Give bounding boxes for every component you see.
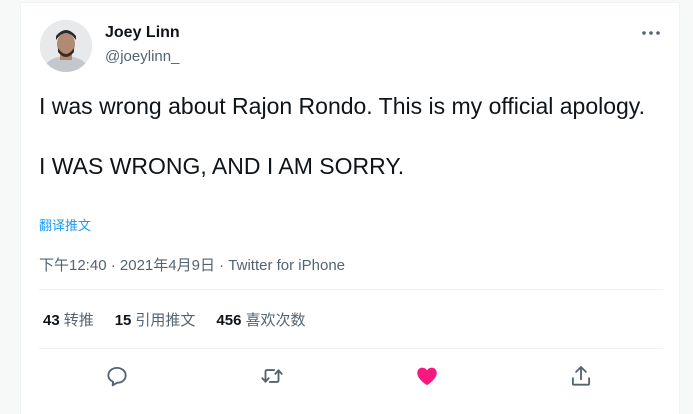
tweet-metadata: 下午12:40 · 2021年4月9日 · Twitter for iPhone bbox=[39, 254, 345, 275]
tweet-date[interactable]: 2021年4月9日 bbox=[120, 257, 215, 274]
like-count[interactable]: 456 喜欢次数 bbox=[216, 309, 305, 330]
reply-icon bbox=[107, 366, 127, 387]
tweet-paragraph: I was wrong about Rajon Rondo. This is m… bbox=[39, 93, 645, 119]
page: Joey Linn @joeylinn_ I was wrong about R… bbox=[0, 0, 693, 414]
divider bbox=[39, 348, 663, 349]
display-name[interactable]: Joey Linn bbox=[105, 24, 180, 42]
like-count-label: 喜欢次数 bbox=[245, 312, 306, 329]
tweet-source[interactable]: Twitter for iPhone bbox=[228, 257, 345, 274]
user-handle[interactable]: @joeylinn_ bbox=[105, 48, 179, 65]
quote-count-label: 引用推文 bbox=[135, 312, 196, 329]
tweet-paragraph: I WAS WRONG, AND I AM SORRY. bbox=[39, 153, 405, 179]
translate-tweet-link[interactable]: 翻译推文 bbox=[39, 215, 91, 234]
divider bbox=[39, 289, 663, 290]
reply-button[interactable] bbox=[104, 363, 130, 389]
tweet-text: I was wrong about Rajon Rondo. This is m… bbox=[39, 91, 659, 181]
like-count-number: 456 bbox=[216, 312, 242, 329]
quote-count[interactable]: 15 引用推文 bbox=[115, 309, 196, 330]
tweet-card: Joey Linn @joeylinn_ I was wrong about R… bbox=[20, 2, 680, 414]
more-options-icon[interactable] bbox=[639, 21, 663, 45]
share-button[interactable] bbox=[568, 363, 594, 389]
share-icon bbox=[571, 366, 591, 386]
engagement-stats: 43 转推 15 引用推文 456 喜欢次数 bbox=[43, 309, 326, 330]
heart-filled-icon bbox=[417, 367, 437, 386]
meta-separator: · bbox=[110, 257, 116, 274]
retweet-button[interactable] bbox=[259, 363, 285, 389]
quote-count-number: 15 bbox=[114, 312, 132, 329]
retweet-count[interactable]: 43 转推 bbox=[43, 309, 94, 330]
like-button[interactable] bbox=[414, 363, 440, 389]
retweet-count-number: 43 bbox=[43, 312, 60, 329]
avatar-photo bbox=[40, 20, 92, 72]
meta-separator: · bbox=[219, 257, 225, 274]
retweet-icon bbox=[261, 369, 283, 383]
avatar[interactable] bbox=[40, 20, 92, 72]
retweet-count-label: 转推 bbox=[63, 312, 94, 329]
tweet-time[interactable]: 下午12:40 bbox=[39, 257, 107, 274]
